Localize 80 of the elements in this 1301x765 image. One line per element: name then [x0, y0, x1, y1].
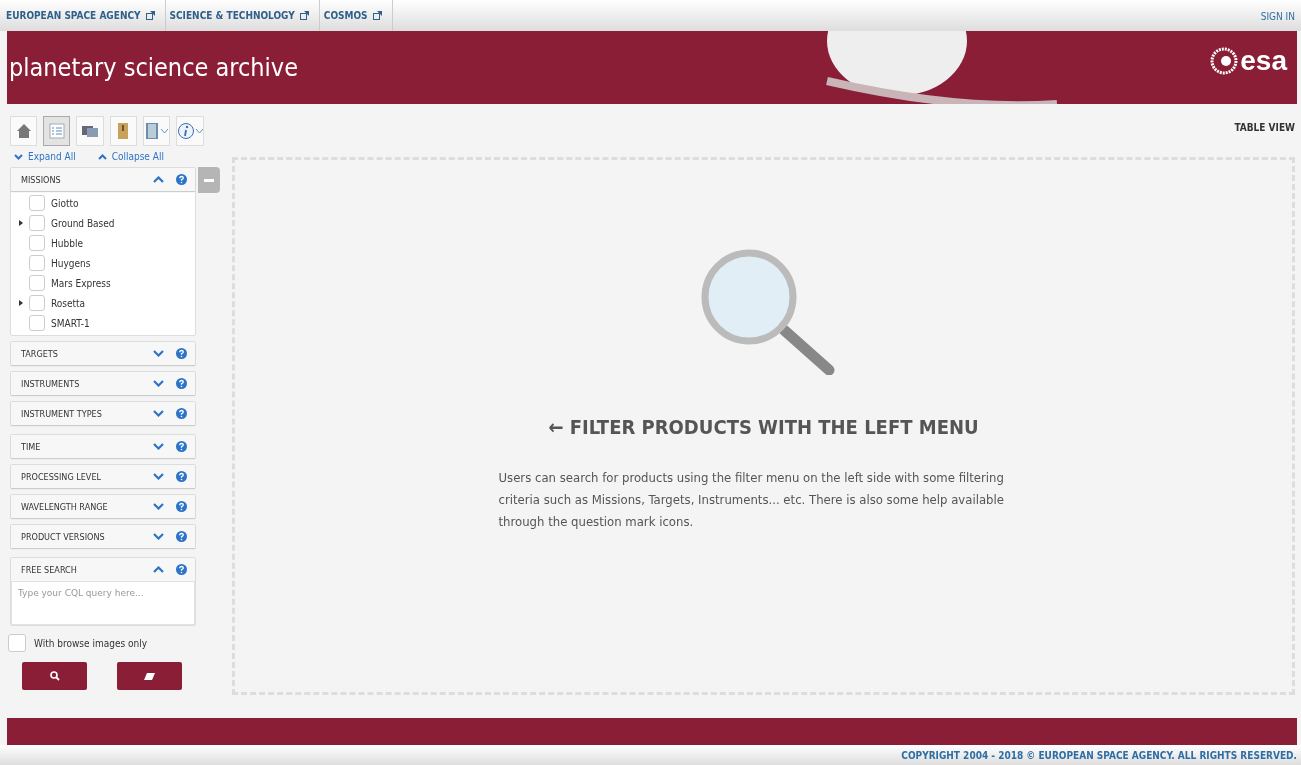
- expand-triangle-icon[interactable]: [19, 220, 23, 226]
- chevron-down-icon[interactable]: [153, 410, 164, 417]
- collapse-all-link[interactable]: Collapse All: [97, 151, 164, 162]
- site-title: planetary science archive: [8, 53, 298, 82]
- help-icon[interactable]: [176, 348, 187, 359]
- filter-title: INSTRUMENTS: [21, 378, 81, 389]
- checkbox[interactable]: [29, 315, 45, 331]
- toolbar-button[interactable]: [43, 116, 71, 146]
- chevron-up-icon: [97, 153, 107, 160]
- chevron-up-icon[interactable]: [153, 176, 164, 183]
- filter-header[interactable]: TARGETS: [11, 342, 195, 365]
- clear-button[interactable]: [117, 662, 182, 690]
- archive-icon: [116, 122, 131, 140]
- mission-label: Hubble: [51, 237, 83, 249]
- external-link-icon: [145, 11, 155, 20]
- query-field[interactable]: Type your CQL query here...: [11, 581, 195, 625]
- checkbox[interactable]: [29, 215, 45, 231]
- checkbox[interactable]: [29, 295, 45, 311]
- chevron-down-icon[interactable]: [153, 503, 164, 510]
- mission-label: Giotto: [51, 197, 79, 209]
- checkbox[interactable]: [29, 235, 45, 251]
- expand-all-link[interactable]: Expand All: [14, 151, 76, 162]
- list-icon: [48, 123, 65, 139]
- sign-in-link[interactable]: SIGN IN: [1260, 0, 1301, 22]
- filter-header[interactable]: TIME: [11, 435, 195, 458]
- filter-title: PRODUCT VERSIONS: [21, 531, 106, 542]
- checkbox[interactable]: [8, 634, 26, 652]
- help-icon[interactable]: [176, 501, 187, 512]
- filter-title: TIME: [21, 441, 42, 452]
- chevron-up-icon[interactable]: [153, 566, 164, 573]
- help-icon[interactable]: [176, 531, 187, 542]
- filter-header[interactable]: PRODUCT VERSIONS: [11, 525, 195, 548]
- help-icon[interactable]: [176, 564, 187, 575]
- help-icon[interactable]: [176, 378, 187, 389]
- filter-header[interactable]: FREE SEARCH: [11, 558, 195, 581]
- photos-icon: [81, 124, 99, 138]
- external-link-icon: [299, 11, 309, 20]
- chevron-down-icon[interactable]: [153, 380, 164, 387]
- help-icon[interactable]: [176, 471, 187, 482]
- checkbox[interactable]: [29, 275, 45, 291]
- filter-title: PROCESSING LEVEL: [21, 471, 102, 482]
- mission-label: SMART-1: [51, 317, 90, 329]
- search-icon: [49, 671, 60, 681]
- chevron-down-icon: [14, 153, 23, 160]
- help-icon[interactable]: [176, 408, 187, 419]
- help-icon[interactable]: [176, 441, 187, 452]
- chevron-down-icon[interactable]: [153, 443, 164, 450]
- help-icon[interactable]: [176, 174, 187, 185]
- empty-state-heading: ← FILTER PRODUCTS WITH THE LEFT MENU: [548, 415, 979, 439]
- chevron-down-icon[interactable]: [153, 533, 164, 540]
- filter-header[interactable]: INSTRUMENT TYPES: [11, 402, 195, 425]
- copyright-text: COPYRIGHT 2004 - 2018 © EUROPEAN SPACE AGENCY. ALL RIGHTS RESERVED.: [901, 749, 1297, 761]
- external-link-icon: [372, 11, 382, 20]
- checkbox-label: With browse images only: [34, 637, 147, 649]
- mission-label: Huygens: [51, 257, 91, 269]
- filter-title: FREE SEARCH: [21, 564, 78, 575]
- filter-title: WAVELENGTH RANGE: [21, 501, 109, 512]
- search-button[interactable]: [22, 662, 87, 690]
- filter-header[interactable]: INSTRUMENTS: [11, 372, 195, 395]
- checkbox[interactable]: [29, 195, 45, 211]
- esa-logo: esa: [1210, 45, 1287, 77]
- house-icon: [15, 123, 32, 139]
- eraser-icon: [144, 672, 155, 680]
- mission-label: Rosetta: [51, 297, 86, 309]
- filter-header[interactable]: WAVELENGTH RANGE: [11, 495, 195, 518]
- checkbox[interactable]: [29, 255, 45, 271]
- empty-state-text: Users can search for products using the filter menu on the left side with some filtering criteria such as Missions, Targets, Instruments... etc. There is also some help available through the question mark icons.: [498, 469, 1005, 531]
- expand-triangle-icon[interactable]: [19, 300, 23, 306]
- filter-header[interactable]: PROCESSING LEVEL: [11, 465, 195, 488]
- view-label: TABLE VIEW: [1234, 121, 1295, 135]
- chevron-down-icon[interactable]: [153, 473, 164, 480]
- chevron-down-icon[interactable]: [153, 350, 164, 357]
- book-icon: [144, 122, 161, 140]
- filter-title: INSTRUMENT TYPES: [21, 408, 103, 419]
- filter-title: TARGETS: [21, 348, 59, 359]
- info-icon: [177, 122, 195, 140]
- filter-title: MISSIONS: [21, 174, 62, 185]
- filter-header[interactable]: MISSIONS: [11, 168, 195, 191]
- mission-label: Mars Express: [51, 277, 111, 289]
- mission-label: Ground Based: [51, 217, 115, 229]
